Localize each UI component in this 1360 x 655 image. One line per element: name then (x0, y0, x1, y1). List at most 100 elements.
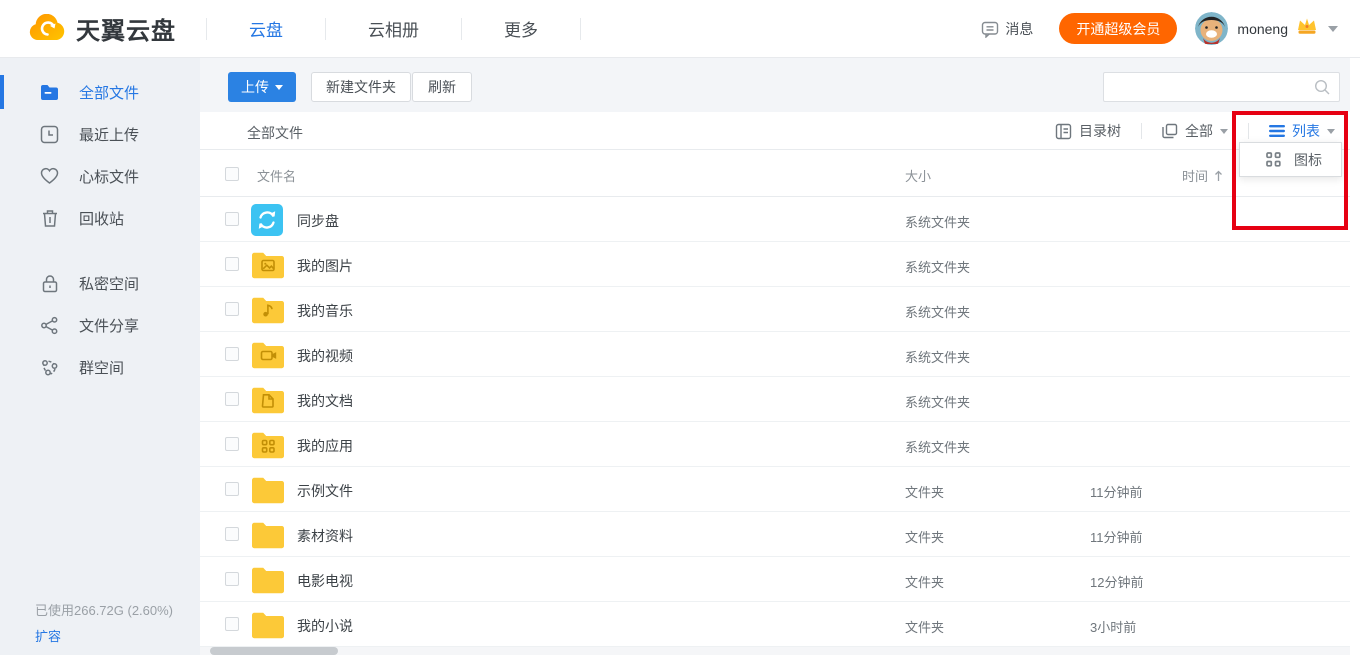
folder-icon (40, 83, 59, 102)
avatar[interactable] (1195, 12, 1228, 45)
account-menu-caret-icon[interactable] (1328, 26, 1338, 32)
folder-icon (251, 519, 285, 550)
sidebar-item-label: 最近上传 (79, 124, 139, 145)
file-size: 系统文件夹 (905, 302, 970, 321)
file-name[interactable]: 我的视频 (297, 346, 353, 366)
column-header-time-label: 时间 (1182, 166, 1208, 185)
horizontal-scrollbar-thumb[interactable] (210, 647, 338, 655)
username[interactable]: moneng (1237, 21, 1288, 37)
table-row[interactable]: 电影电视文件夹12分钟前 (200, 557, 1350, 602)
row-checkbox[interactable] (225, 527, 239, 541)
toolbar-divider (1248, 123, 1249, 139)
sidebar-item-all-files[interactable]: 全部文件 (0, 71, 200, 113)
file-name[interactable]: 同步盘 (297, 211, 339, 231)
sidebar-item-starred-files[interactable]: 心标文件 (0, 155, 200, 197)
row-checkbox[interactable] (225, 392, 239, 406)
upload-button[interactable]: 上传 (228, 72, 296, 102)
avatar-image (1195, 12, 1228, 45)
sidebar-item-recent-uploads[interactable]: 最近上传 (0, 113, 200, 155)
table-row[interactable]: 我的音乐 系统文件夹 (200, 287, 1350, 332)
view-mode-caret-icon (1327, 129, 1335, 134)
file-browser: 全部文件 目录树 全部 列表 (200, 112, 1350, 655)
file-size: 系统文件夹 (905, 392, 970, 411)
file-name[interactable]: 我的图片 (297, 256, 353, 276)
row-checkbox[interactable] (225, 482, 239, 496)
select-all-checkbox[interactable] (225, 167, 239, 181)
filter-caret-icon (1220, 129, 1228, 134)
sidebar-menu: 全部文件 最近上传 心标文件 回收站 (0, 58, 200, 388)
file-name[interactable]: 电影电视 (297, 571, 353, 591)
table-row[interactable]: 示例文件文件夹11分钟前 (200, 467, 1350, 512)
sidebar-item-label: 全部文件 (79, 82, 139, 103)
search-icon[interactable] (1314, 79, 1331, 101)
table-row[interactable]: 我的应用系统文件夹 (200, 422, 1350, 467)
row-checkbox[interactable] (225, 617, 239, 631)
file-name[interactable]: 我的音乐 (297, 301, 353, 321)
messages-button[interactable]: 消息 (981, 19, 1033, 39)
row-checkbox[interactable] (225, 212, 239, 226)
expand-storage-link[interactable]: 扩容 (35, 626, 173, 645)
sidebar-item-group-space[interactable]: 群空间 (0, 346, 200, 388)
primary-nav: 云盘 云相册 更多 (206, 16, 581, 41)
filter-all-dropdown[interactable]: 全部 (1162, 121, 1228, 141)
search-input[interactable] (1112, 73, 1307, 101)
file-time: 11分钟前 (1090, 527, 1143, 546)
upgrade-vip-button[interactable]: 开通超级会员 (1059, 13, 1177, 44)
sidebar-item-label: 心标文件 (79, 166, 139, 187)
folder-video-icon (251, 339, 285, 370)
file-size: 文件夹 (905, 572, 944, 591)
nav-tab-cloud-album[interactable]: 云相册 (326, 16, 461, 41)
storage-usage-text: 已使用266.72G (2.60%) (35, 600, 173, 619)
sidebar-item-label: 回收站 (79, 208, 124, 229)
file-time: 11分钟前 (1090, 482, 1143, 501)
sidebar-item-label: 群空间 (79, 357, 124, 378)
column-header-time[interactable]: 时间 (1182, 166, 1223, 185)
file-name[interactable]: 示例文件 (297, 481, 353, 501)
sidebar-item-private-space[interactable]: 私密空间 (0, 262, 200, 304)
view-mode-dropdown[interactable]: 列表 (1269, 121, 1335, 141)
table-row[interactable]: 素材资料 文件夹 11分钟前 (200, 512, 1350, 557)
breadcrumb-toolbar: 全部文件 目录树 全部 列表 (200, 112, 1350, 150)
sidebar-item-recycle-bin[interactable]: 回收站 (0, 197, 200, 239)
file-size: 系统文件夹 (905, 212, 970, 231)
row-checkbox[interactable] (225, 572, 239, 586)
storage-usage-area: 已使用266.72G (2.60%) 扩容 (35, 600, 173, 645)
file-name[interactable]: 我的应用 (297, 436, 353, 456)
nav-tab-cloud-drive[interactable]: 云盘 (207, 16, 325, 41)
breadcrumb[interactable]: 全部文件 (247, 123, 303, 143)
sync-icon (251, 204, 285, 235)
row-checkbox[interactable] (225, 302, 239, 316)
folder-icon (251, 564, 285, 595)
list-view-icon (1269, 124, 1285, 138)
app-logo[interactable]: 天翼云盘 (26, 11, 176, 46)
column-header-name[interactable]: 文件名 (257, 166, 296, 185)
table-row[interactable]: 同步盘 系统文件夹 (200, 197, 1350, 242)
row-checkbox[interactable] (225, 347, 239, 361)
table-row[interactable]: 我的图片系统文件夹 (200, 242, 1350, 287)
new-folder-button[interactable]: 新建文件夹 (311, 72, 411, 102)
sidebar-group-gap (0, 239, 200, 262)
file-size: 文件夹 (905, 527, 944, 546)
nav-tab-more[interactable]: 更多 (462, 16, 580, 41)
folder-music-icon (251, 294, 285, 325)
refresh-button[interactable]: 刷新 (412, 72, 472, 102)
table-row[interactable]: 我的小说文件夹3小时前 (200, 602, 1350, 647)
upload-caret-icon (275, 85, 283, 90)
menu-item-icon-view[interactable]: 图标 (1294, 150, 1322, 170)
toolbar-divider (1141, 123, 1142, 139)
directory-tree-button[interactable]: 目录树 (1055, 121, 1121, 141)
table-row[interactable]: 我的文档 系统文件夹 (200, 377, 1350, 422)
row-checkbox[interactable] (225, 437, 239, 451)
share-icon (40, 316, 59, 335)
sidebar-item-file-sharing[interactable]: 文件分享 (0, 304, 200, 346)
horizontal-scrollbar[interactable] (200, 647, 1350, 655)
messages-label: 消息 (1005, 19, 1033, 39)
folder-image-icon (251, 249, 285, 280)
trash-icon (40, 209, 59, 228)
file-name[interactable]: 我的文档 (297, 391, 353, 411)
file-name[interactable]: 我的小说 (297, 616, 353, 636)
column-header-size[interactable]: 大小 (905, 166, 931, 185)
file-name[interactable]: 素材资料 (297, 526, 353, 546)
table-row[interactable]: 我的视频系统文件夹 (200, 332, 1350, 377)
row-checkbox[interactable] (225, 257, 239, 271)
